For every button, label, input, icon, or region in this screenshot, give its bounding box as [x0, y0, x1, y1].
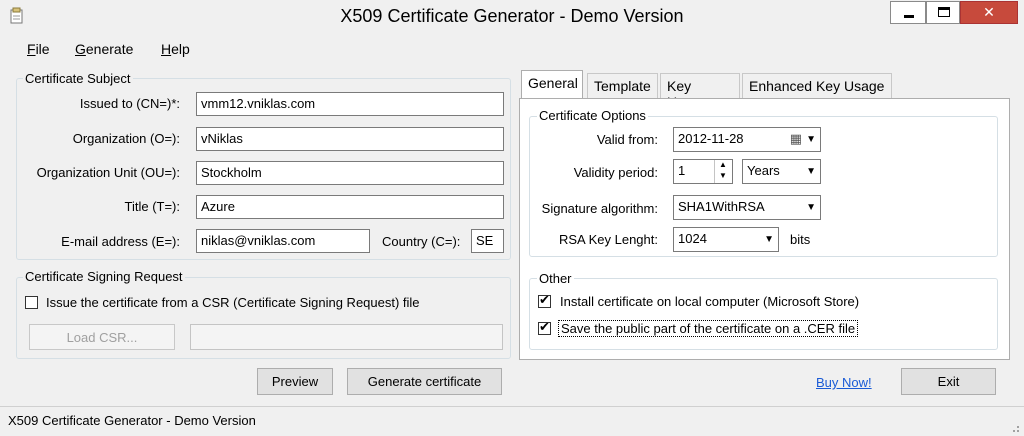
menu-bar: File Generate Help: [0, 33, 1024, 67]
chevron-down-icon: ▼: [806, 202, 816, 213]
title-bar: X509 Certificate Generator - Demo Versio…: [0, 0, 1024, 33]
preview-button[interactable]: Preview: [257, 368, 333, 395]
resize-grip-icon[interactable]: [1008, 421, 1020, 433]
valid-from-datepicker[interactable]: 2012-11-28 ▦ ▼: [673, 127, 821, 152]
title-input[interactable]: Azure: [196, 195, 504, 219]
valid-from-label: Valid from:: [596, 132, 658, 147]
chevron-down-icon: ▼: [806, 166, 816, 177]
maximize-button[interactable]: [926, 1, 960, 24]
issued-to-input[interactable]: vmm12.vniklas.com: [196, 92, 504, 116]
country-label: Country (C=):: [382, 234, 461, 249]
csr-legend: Certificate Signing Request: [23, 269, 185, 284]
signature-algorithm-select[interactable]: SHA1WithRSA ▼: [673, 195, 821, 220]
minimize-button[interactable]: [890, 1, 926, 24]
tab-key-usage[interactable]: Key Usage: [660, 73, 740, 110]
buy-now-link[interactable]: Buy Now!: [816, 375, 872, 390]
csr-checkbox-label: Issue the certificate from a CSR (Certif…: [46, 295, 420, 310]
chevron-down-icon[interactable]: ▼: [806, 134, 816, 145]
calendar-icon[interactable]: ▦: [790, 131, 802, 147]
spin-buttons[interactable]: ▲ ▼: [714, 160, 732, 183]
close-icon: ✕: [983, 4, 995, 20]
maximize-icon: [938, 7, 950, 17]
window-title: X509 Certificate Generator - Demo Versio…: [340, 6, 684, 26]
certificate-options-legend: Certificate Options: [537, 108, 648, 123]
rsa-unit-label: bits: [790, 232, 811, 247]
load-csr-button[interactable]: Load CSR...: [29, 324, 175, 350]
org-unit-label: Organization Unit (OU=):: [36, 165, 180, 180]
minimize-icon: [904, 15, 914, 18]
signature-algorithm-value: SHA1WithRSA: [678, 199, 765, 214]
email-label: E-mail address (E=):: [61, 234, 180, 249]
other-group: [529, 278, 998, 350]
validity-period-spinner[interactable]: 1 ▲ ▼: [673, 159, 733, 184]
validity-period-value: 1: [678, 163, 686, 178]
csr-checkbox[interactable]: [25, 296, 38, 309]
validity-period-label: Validity period:: [573, 165, 658, 180]
save-cer-checkbox[interactable]: ✔: [538, 319, 551, 335]
tab-template[interactable]: Template: [587, 73, 658, 98]
menu-help[interactable]: Help: [161, 41, 190, 57]
chevron-down-icon: ▼: [764, 234, 774, 245]
menu-file[interactable]: File: [27, 41, 50, 57]
country-input[interactable]: SE: [471, 229, 504, 253]
install-certificate-checkbox[interactable]: ✔: [538, 292, 551, 308]
menu-generate[interactable]: Generate: [75, 41, 133, 57]
spin-down-icon[interactable]: ▼: [719, 171, 727, 180]
validity-unit-select[interactable]: Years ▼: [742, 159, 821, 184]
issued-to-label: Issued to (CN=)*:: [79, 96, 180, 111]
spin-up-icon[interactable]: ▲: [719, 160, 727, 169]
rsa-key-length-label: RSA Key Lenght:: [558, 232, 658, 247]
rsa-key-length-value: 1024: [678, 231, 707, 246]
organization-input[interactable]: vNiklas: [196, 127, 504, 151]
csr-file-input[interactable]: [190, 324, 503, 350]
title-label: Title (T=):: [124, 199, 181, 214]
generate-certificate-button[interactable]: Generate certificate: [347, 368, 502, 395]
close-button[interactable]: ✕: [960, 1, 1018, 24]
rsa-key-length-select[interactable]: 1024 ▼: [673, 227, 779, 252]
other-legend: Other: [537, 271, 574, 286]
check-icon: ✔: [539, 319, 550, 334]
valid-from-value: 2012-11-28: [678, 131, 744, 146]
signature-algorithm-label: Signature algorithm:: [541, 201, 658, 216]
status-bar: X509 Certificate Generator - Demo Versio…: [0, 406, 1024, 436]
tab-enhanced-key-usage[interactable]: Enhanced Key Usage: [742, 73, 892, 98]
install-certificate-label: Install certificate on local computer (M…: [560, 294, 860, 309]
tab-general[interactable]: General: [521, 70, 583, 99]
org-unit-input[interactable]: Stockholm: [196, 161, 504, 185]
status-text: X509 Certificate Generator - Demo Versio…: [8, 413, 256, 428]
organization-label: Organization (O=):: [72, 131, 180, 146]
validity-unit-value: Years: [747, 163, 780, 178]
certificate-subject-legend: Certificate Subject: [23, 71, 133, 86]
check-icon: ✔: [539, 292, 550, 307]
exit-button[interactable]: Exit: [901, 368, 996, 395]
email-input[interactable]: niklas@vniklas.com: [196, 229, 370, 253]
save-cer-label: Save the public part of the certificate …: [558, 320, 859, 337]
